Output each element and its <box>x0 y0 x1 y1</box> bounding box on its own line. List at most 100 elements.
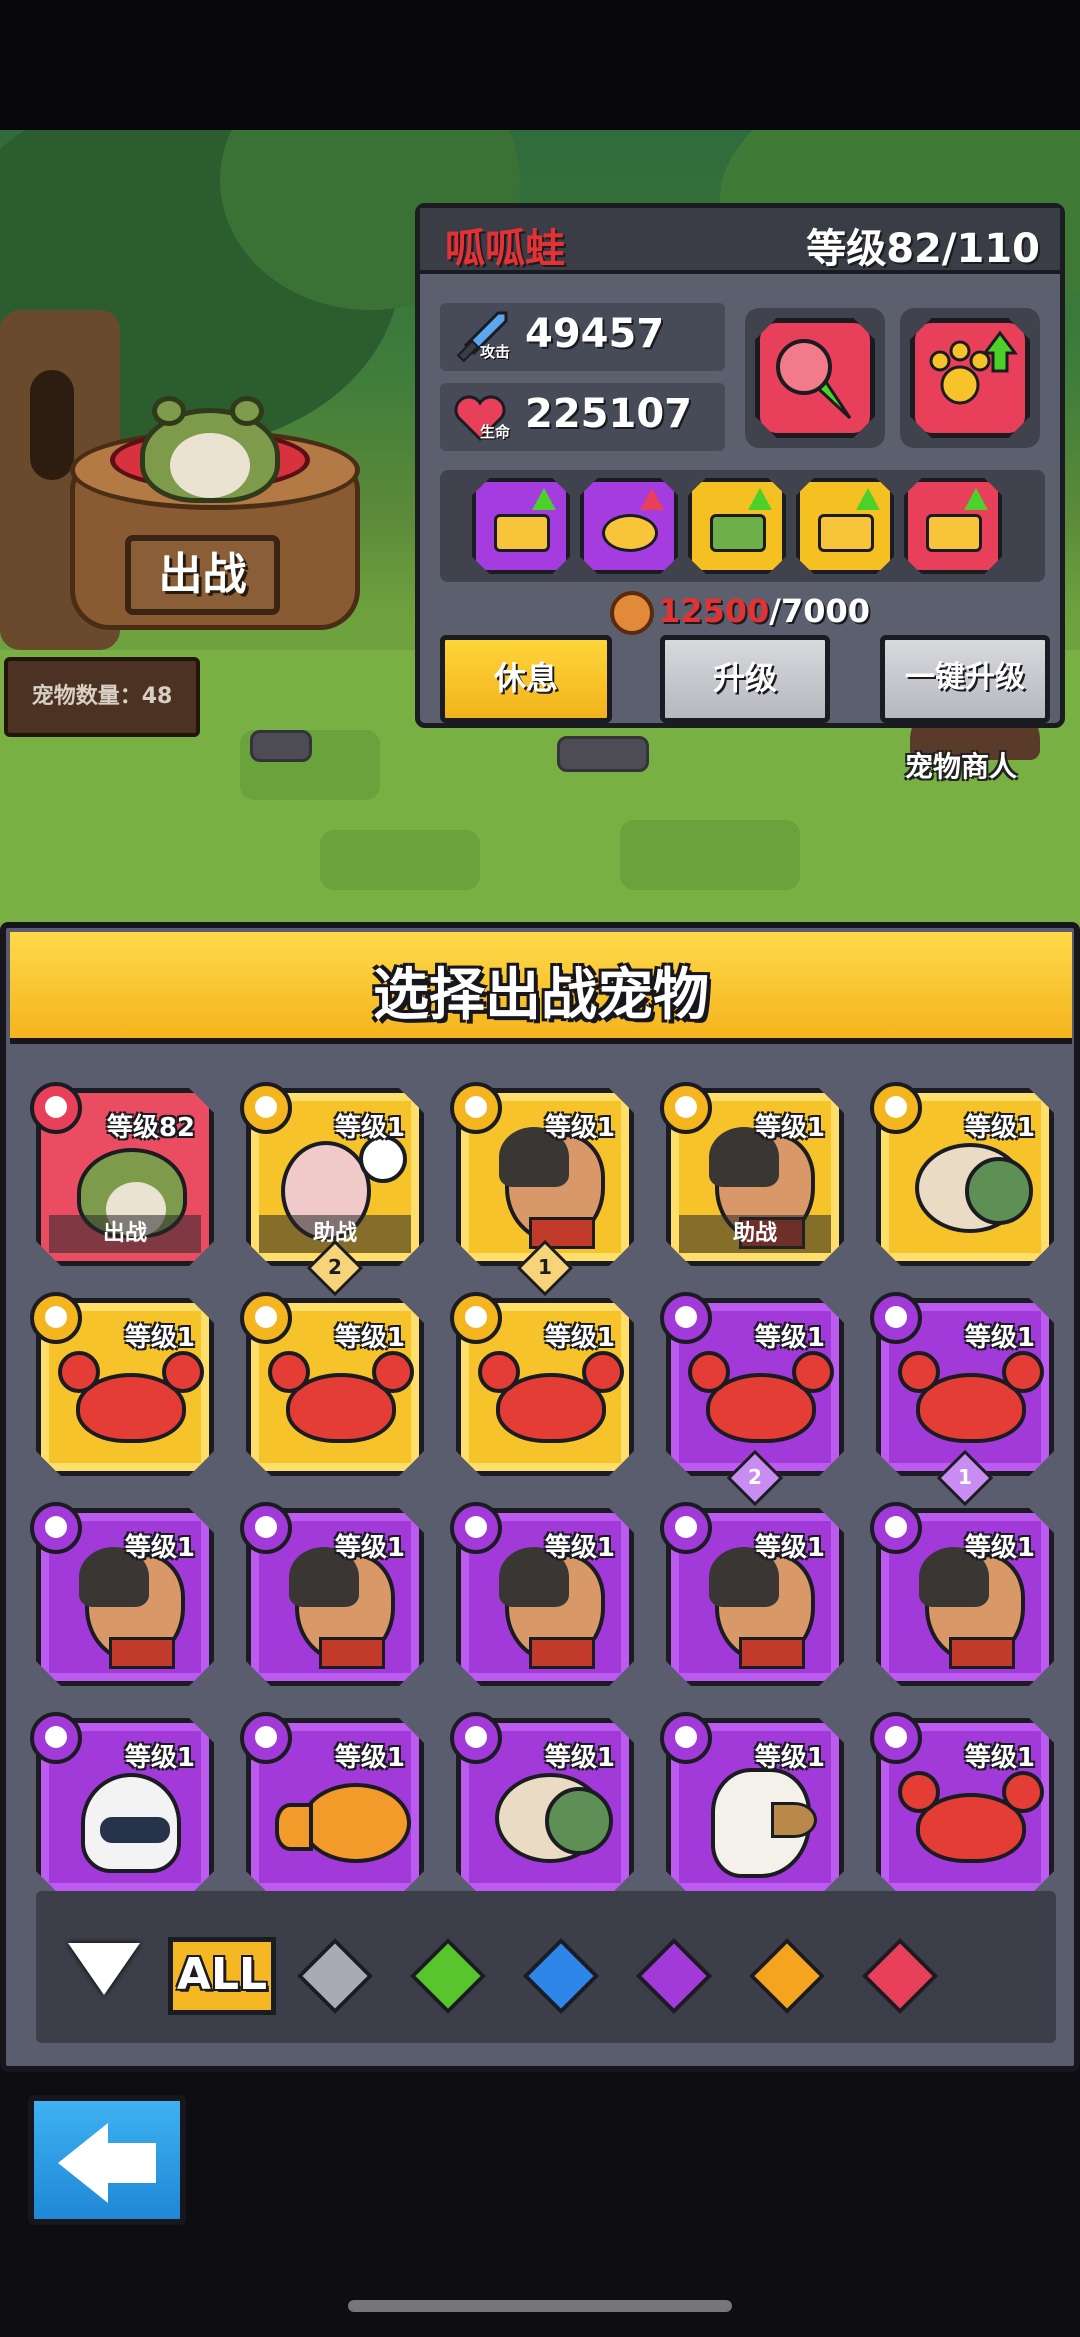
crab-pet-sprite <box>688 1351 834 1443</box>
dog-icon <box>450 1502 502 1554</box>
eagle-icon <box>870 1712 922 1764</box>
crab-pet-sprite <box>268 1351 414 1443</box>
dog-icon <box>660 1502 712 1554</box>
eagle-icon <box>240 1292 292 1344</box>
arrow-up-icon <box>748 488 772 510</box>
frog-pet-sprite[interactable] <box>140 388 280 503</box>
turtle-icon <box>240 1712 292 1764</box>
cost-need: /7000 <box>769 592 871 630</box>
cost-have: 12500 <box>657 592 770 630</box>
select-banner: 选择出战宠物 <box>10 932 1072 1044</box>
dog-pet-sprite <box>289 1547 395 1669</box>
coin-stack-icon <box>30 1082 82 1134</box>
stone <box>250 730 312 762</box>
crab-pet-sprite <box>478 1351 624 1443</box>
dog-pet-sprite <box>919 1547 1025 1669</box>
status-bar <box>0 0 1080 130</box>
star-badge-count: 1 <box>958 1465 972 1489</box>
eagle-icon <box>450 1292 502 1344</box>
pet-level-label: 等级1 <box>334 1113 405 1143</box>
eagle-icon <box>870 1292 922 1344</box>
chest-icon <box>926 514 982 552</box>
star-badge-count: 2 <box>328 1255 342 1279</box>
purple-gem-icon[interactable] <box>635 1937 713 2015</box>
upgrade-button[interactable]: 升级 <box>660 635 830 723</box>
rest-button[interactable]: 休息 <box>440 635 612 723</box>
pet-level-label: 等级1 <box>754 1113 825 1143</box>
dog-icon <box>870 1502 922 1554</box>
merchant-label[interactable]: 宠物商人 <box>905 745 1017 785</box>
coin-icon <box>609 591 654 635</box>
skill-paw-heart[interactable] <box>580 478 678 574</box>
eagle-icon <box>660 1292 712 1344</box>
eagle-icon <box>660 1712 712 1764</box>
dog-pet-sprite <box>499 1127 605 1249</box>
crab-pet-sprite <box>898 1771 1044 1863</box>
dog-icon <box>30 1712 82 1764</box>
pet-level-label: 等级1 <box>754 1323 825 1353</box>
back-arrow-icon <box>58 2123 108 2203</box>
attack-skill-button[interactable] <box>745 308 885 448</box>
sort-down-icon[interactable] <box>68 1943 140 1995</box>
pet-level: 等级82/110 <box>806 226 1040 272</box>
skill-chest-up[interactable] <box>472 478 570 574</box>
pet-count-sign: 宠物数量：48 <box>4 657 200 737</box>
hp-tag: 生命 <box>480 423 511 441</box>
heart-icon <box>640 488 664 510</box>
arrow-up-icon <box>532 488 556 510</box>
filter-all-button[interactable]: ALL <box>168 1937 276 2015</box>
pet-level-label: 等级1 <box>544 1743 615 1773</box>
pet-level-label: 等级1 <box>124 1533 195 1563</box>
pet-level-label: 等级1 <box>334 1323 405 1353</box>
eagle-pet-sprite <box>711 1768 817 1878</box>
dog-icon <box>240 1502 292 1554</box>
select-pet-panel: 选择出战宠物 等级82 出战 等级1 助战 2 等级1 1 等级1 助战 等级1 等级1 等级1 等级1… <box>0 922 1080 2072</box>
stone <box>557 736 649 772</box>
skill-row <box>440 470 1045 582</box>
back-button[interactable] <box>28 2095 186 2225</box>
upgrade-cost: 12500/7000 <box>420 591 1060 635</box>
turtle-icon <box>450 1712 502 1764</box>
pet-level-label: 等级1 <box>754 1743 825 1773</box>
pet-level-label: 等级1 <box>964 1113 1035 1143</box>
skill-chest-percent[interactable] <box>796 478 894 574</box>
paw-upgrade-button[interactable] <box>900 308 1040 448</box>
chest-icon <box>494 514 550 552</box>
skill-chest-gear[interactable] <box>904 478 1002 574</box>
dog-pet-sprite <box>499 1547 605 1669</box>
rarity-filter-bar: ALL <box>36 1891 1056 2043</box>
star-badge-count: 1 <box>538 1255 552 1279</box>
crab-pet-sprite <box>58 1351 204 1443</box>
blue-gem-icon[interactable] <box>522 1937 600 2015</box>
fish-pet-sprite <box>275 1783 411 1863</box>
pet-status-label: 助战 <box>679 1215 831 1253</box>
pet-level-label: 等级1 <box>334 1743 405 1773</box>
paw-icon <box>602 514 658 552</box>
skill-card-up[interactable] <box>688 478 786 574</box>
turtle-pet-sprite <box>495 1773 613 1863</box>
paw-up-icon <box>929 330 1018 405</box>
dog-pet-sprite <box>79 1547 185 1669</box>
red-gem-icon[interactable] <box>861 1937 939 2015</box>
pet-name: 呱呱蛙 <box>445 226 565 272</box>
dog-pet-sprite <box>709 1547 815 1669</box>
fireball-icon <box>776 339 852 420</box>
gray-gem-icon[interactable] <box>296 1937 374 2015</box>
pet-level-label: 等级1 <box>964 1743 1035 1773</box>
turtle-icon <box>240 1082 292 1134</box>
hp-stat: 生命 225107 <box>440 383 725 451</box>
one-click-upgrade-button[interactable]: 一键升级 <box>880 635 1050 723</box>
card-icon <box>710 514 766 552</box>
pet-level-label: 等级1 <box>754 1533 825 1563</box>
hp-value: 225107 <box>525 391 692 437</box>
arrow-up-icon <box>964 488 988 510</box>
crab-pet-sprite <box>898 1351 1044 1443</box>
green-gem-icon[interactable] <box>409 1937 487 2015</box>
home-indicator <box>348 2300 732 2312</box>
orange-gem-icon[interactable] <box>748 1937 826 2015</box>
pet-status-label: 出战 <box>49 1215 201 1253</box>
dog-icon <box>30 1502 82 1554</box>
attack-value: 49457 <box>525 311 665 357</box>
pet-level-label: 等级1 <box>544 1113 615 1143</box>
pet-info-panel: 呱呱蛙 等级82/110 攻击 49457 生命 225107 12500/70… <box>415 203 1065 728</box>
